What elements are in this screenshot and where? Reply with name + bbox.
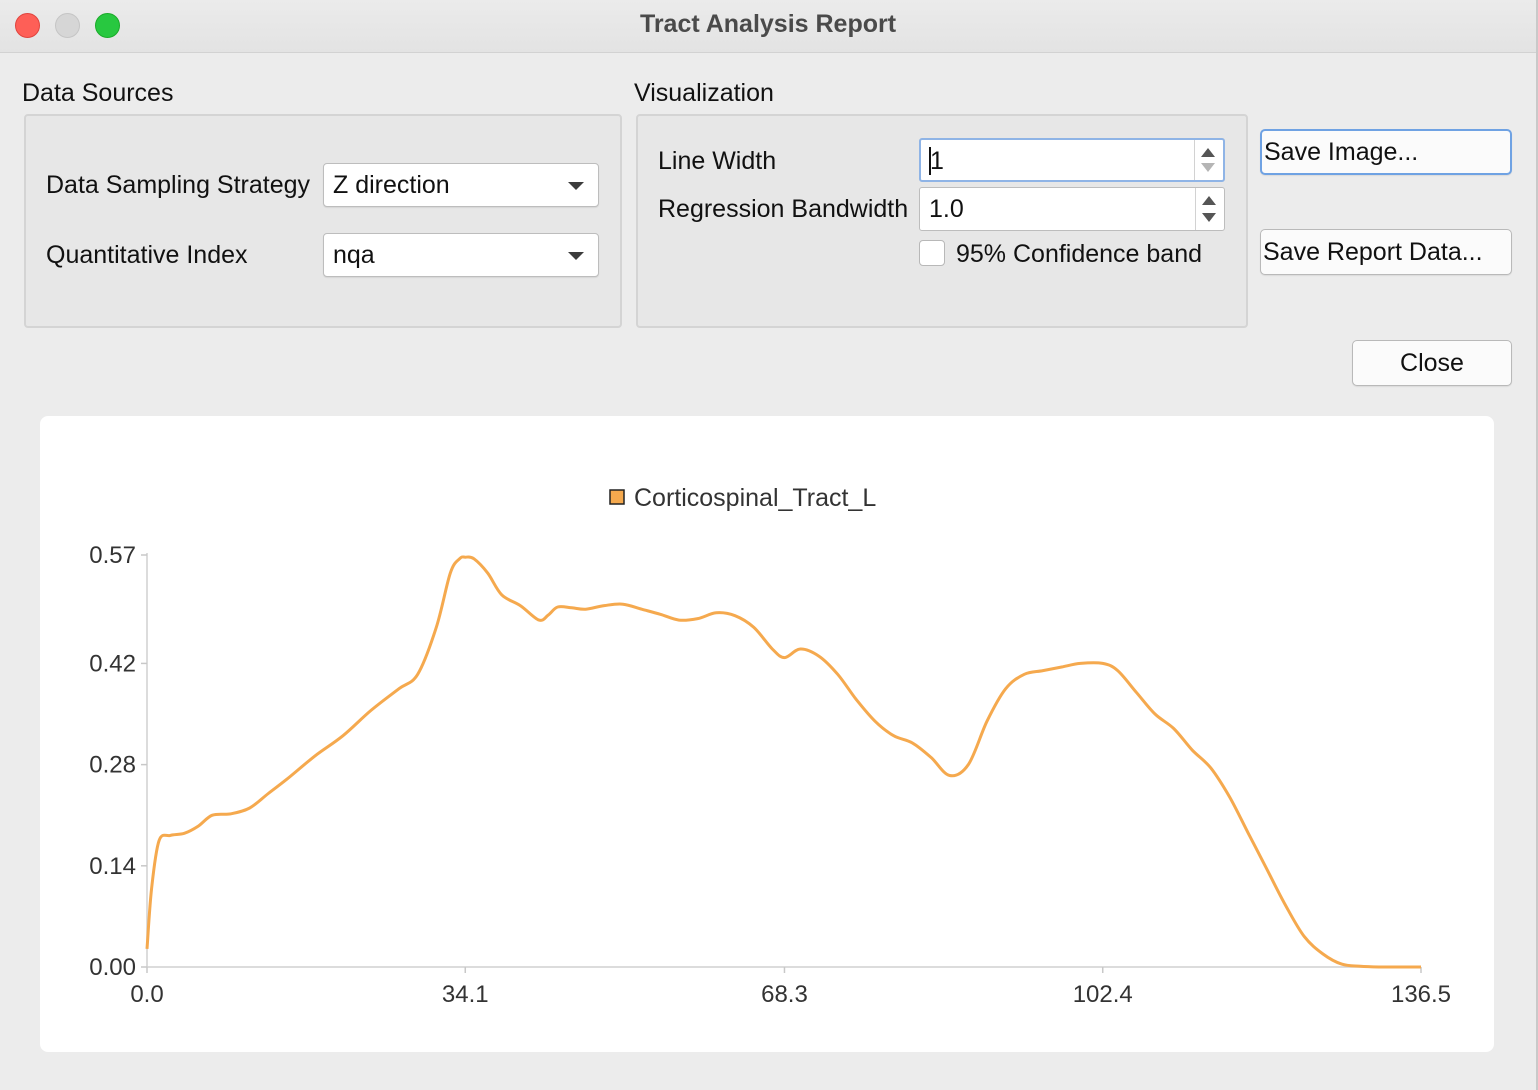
quantitative-index-label: Quantitative Index (46, 241, 248, 269)
tract-profile-chart: 0.00 0.14 0.28 0.42 0.57 0.0 34.1 68.3 102.4 136.… (89, 484, 1451, 1008)
data-sources-group: Data Sampling Strategy Z direction Quant… (24, 114, 622, 328)
legend-swatch (609, 489, 625, 505)
visualization-group: Line Width 1 Regression Bandwidth 1.0 95… (636, 114, 1248, 328)
line-width-value: 1 (930, 147, 944, 175)
arrow-down-icon[interactable] (1202, 213, 1216, 222)
regression-bandwidth-value: 1.0 (929, 195, 964, 223)
line-width-label: Line Width (658, 147, 777, 175)
x-tick-label: 102.4 (1073, 981, 1133, 1008)
line-width-spinbox[interactable]: 1 (919, 138, 1225, 182)
series-line (145, 555, 1421, 969)
sampling-strategy-label: Data Sampling Strategy (46, 171, 311, 199)
title-bar[interactable]: Tract Analysis Report (0, 0, 1536, 53)
arrow-down-icon[interactable] (1201, 163, 1215, 172)
close-button[interactable]: Close (1352, 340, 1512, 386)
regression-bandwidth-label: Regression Bandwidth (658, 195, 909, 223)
regression-bandwidth-spinbox[interactable]: 1.0 (919, 187, 1225, 231)
window-title: Tract Analysis Report (639, 10, 897, 38)
data-sources-title: Data Sources (22, 79, 174, 107)
confidence-band-label[interactable]: 95% Confidence band (956, 240, 1202, 269)
confidence-band-checkbox[interactable] (919, 240, 945, 266)
y-tick-label: 0.00 (89, 954, 136, 981)
y-tick-label: 0.28 (89, 752, 136, 779)
chevron-down-icon (568, 182, 584, 190)
sampling-strategy-combo[interactable]: Z direction (323, 163, 599, 207)
chevron-down-icon (568, 252, 584, 260)
quantitative-index-value: nqa (333, 241, 375, 269)
arrow-up-icon[interactable] (1201, 148, 1215, 157)
y-tick-label: 0.14 (89, 853, 136, 880)
legend-label: Corticospinal_Tract_L (634, 484, 876, 512)
sampling-strategy-value: Z direction (333, 171, 450, 199)
save-report-data-button[interactable]: Save Report Data... (1260, 229, 1512, 275)
save-image-button[interactable]: Save Image... (1260, 129, 1512, 175)
y-tick-label: 0.42 (89, 650, 136, 677)
x-tick-label: 0.0 (130, 981, 163, 1008)
x-tick-label: 136.5 (1391, 981, 1451, 1008)
y-tick-label: 0.57 (89, 542, 136, 569)
line-width-stepper[interactable] (1194, 140, 1223, 180)
regression-bandwidth-stepper[interactable] (1195, 188, 1224, 230)
arrow-up-icon[interactable] (1202, 196, 1216, 205)
visualization-title: Visualization (634, 79, 774, 107)
chart-panel: 0.00 0.14 0.28 0.42 0.57 0.0 34.1 68.3 102.4 136.… (40, 416, 1494, 1052)
quantitative-index-combo[interactable]: nqa (323, 233, 599, 277)
x-tick-label: 34.1 (442, 981, 489, 1008)
x-tick-label: 68.3 (761, 981, 808, 1008)
